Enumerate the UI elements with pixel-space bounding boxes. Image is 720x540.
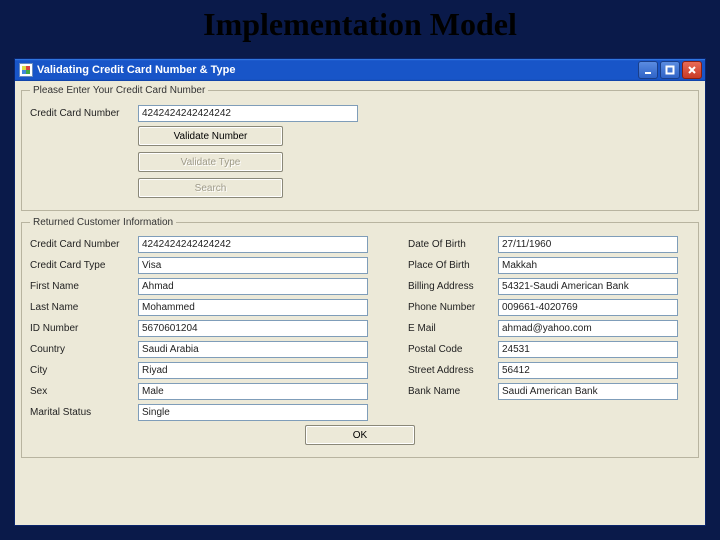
titlebar: Validating Credit Card Number & Type [15, 59, 705, 81]
sex-field[interactable]: Male [138, 383, 368, 400]
cc-number-out-label: Credit Card Number [30, 239, 138, 250]
cc-type-label: Credit Card Type [30, 260, 138, 271]
dob-label: Date Of Birth [408, 239, 498, 250]
ok-button[interactable]: OK [305, 425, 415, 445]
email-field[interactable]: ahmad@yahoo.com [498, 320, 678, 337]
pob-label: Place Of Birth [408, 260, 498, 271]
bank-field[interactable]: Saudi American Bank [498, 383, 678, 400]
maximize-icon [665, 65, 675, 75]
cc-number-label: Credit Card Number [30, 108, 138, 119]
window-controls [638, 61, 702, 79]
billing-field[interactable]: 54321-Saudi American Bank [498, 278, 678, 295]
search-button[interactable]: Search [138, 178, 283, 198]
city-label: City [30, 365, 138, 376]
minimize-icon [643, 65, 653, 75]
postal-field[interactable]: 24531 [498, 341, 678, 358]
validate-type-button[interactable]: Validate Type [138, 152, 283, 172]
maximize-button[interactable] [660, 61, 680, 79]
id-number-label: ID Number [30, 323, 138, 334]
minimize-button[interactable] [638, 61, 658, 79]
window-title: Validating Credit Card Number & Type [37, 64, 638, 76]
cc-type-field[interactable]: Visa [138, 257, 368, 274]
marital-label: Marital Status [30, 407, 138, 418]
app-icon [19, 63, 33, 77]
close-button[interactable] [682, 61, 702, 79]
id-number-field[interactable]: 5670601204 [138, 320, 368, 337]
city-field[interactable]: Riyad [138, 362, 368, 379]
country-field[interactable]: Saudi Arabia [138, 341, 368, 358]
cc-number-out-field[interactable]: 4242424242424242 [138, 236, 368, 253]
phone-field[interactable]: 009661-4020769 [498, 299, 678, 316]
sex-label: Sex [30, 386, 138, 397]
country-label: Country [30, 344, 138, 355]
validate-number-button[interactable]: Validate Number [138, 126, 283, 146]
marital-field[interactable]: Single [138, 404, 368, 421]
dob-field[interactable]: 27/11/1960 [498, 236, 678, 253]
street-label: Street Address [408, 365, 498, 376]
last-name-field[interactable]: Mohammed [138, 299, 368, 316]
street-field[interactable]: 56412 [498, 362, 678, 379]
cc-number-input[interactable]: 4242424242424242 [138, 105, 358, 122]
customer-info-legend: Returned Customer Information [30, 217, 176, 228]
last-name-label: Last Name [30, 302, 138, 313]
close-icon [687, 65, 697, 75]
window-client: Please Enter Your Credit Card Number Cre… [15, 81, 705, 525]
phone-label: Phone Number [408, 302, 498, 313]
slide-title: Implementation Model [0, 0, 720, 47]
postal-label: Postal Code [408, 344, 498, 355]
app-window: Validating Credit Card Number & Type Ple… [14, 58, 706, 526]
input-group: Please Enter Your Credit Card Number Cre… [21, 85, 699, 211]
customer-info-group: Returned Customer Information Credit Car… [21, 217, 699, 458]
first-name-label: First Name [30, 281, 138, 292]
pob-field[interactable]: Makkah [498, 257, 678, 274]
billing-label: Billing Address [408, 281, 498, 292]
input-group-legend: Please Enter Your Credit Card Number [30, 85, 208, 96]
first-name-field[interactable]: Ahmad [138, 278, 368, 295]
email-label: E Mail [408, 323, 498, 334]
bank-label: Bank Name [408, 386, 498, 397]
